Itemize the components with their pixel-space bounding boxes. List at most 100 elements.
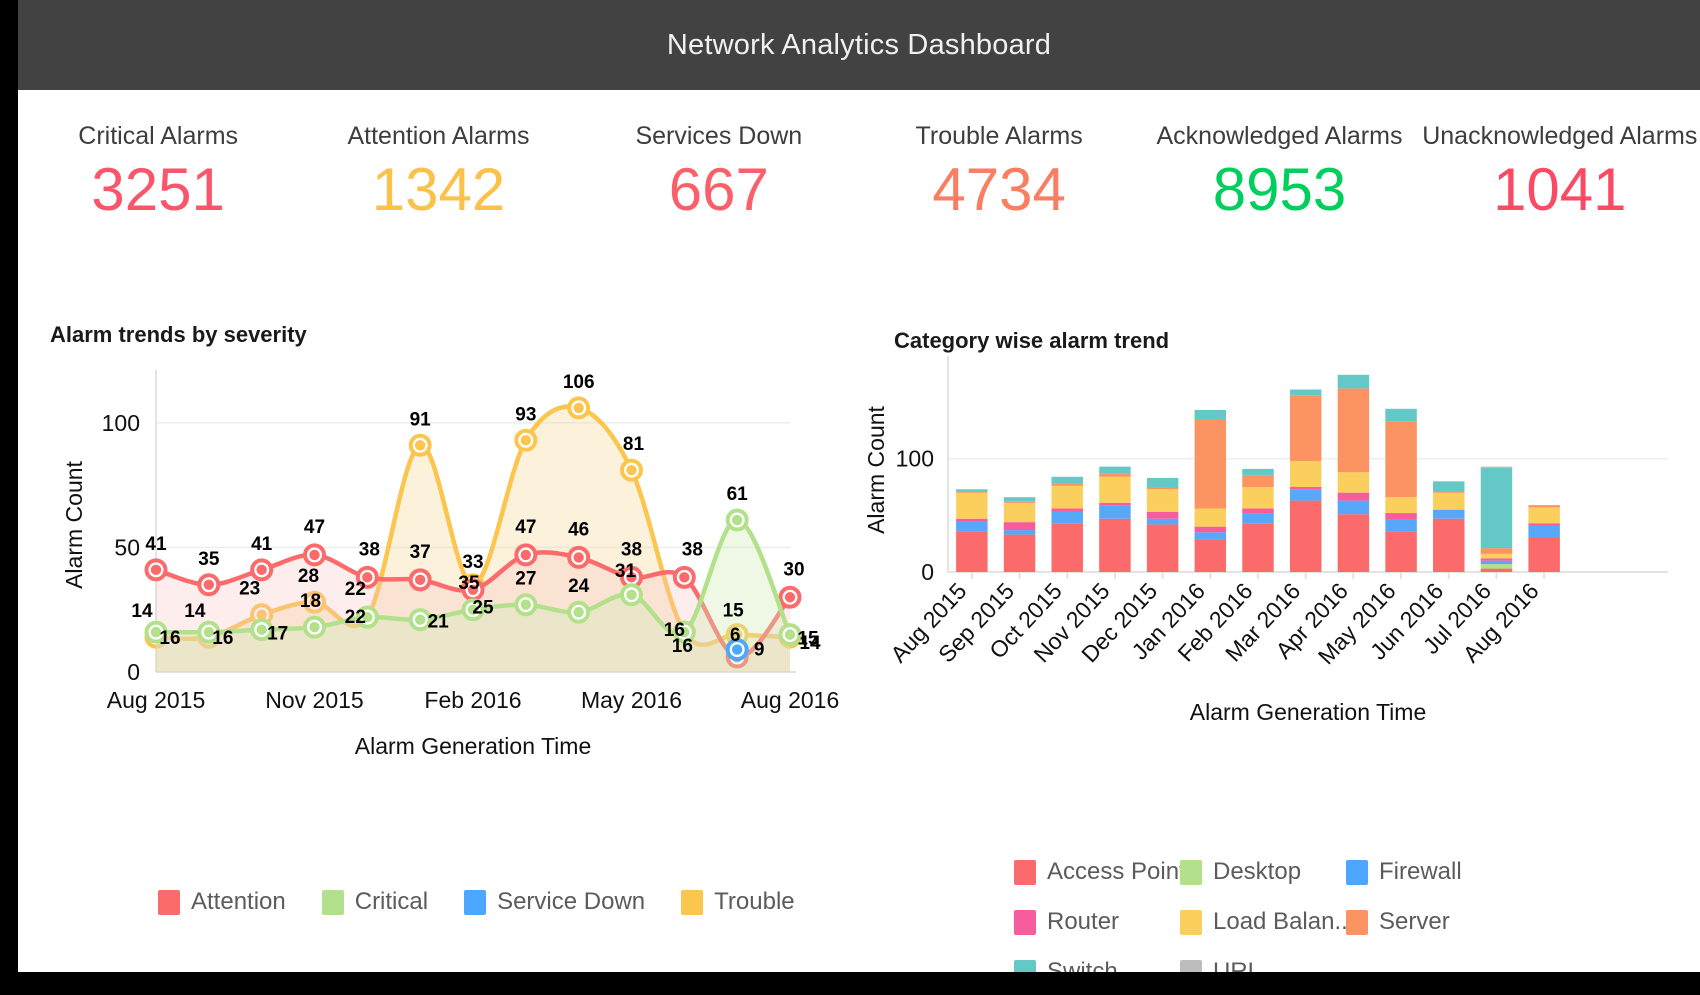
kpi-card: Unacknowledged Alarms 1041 (1420, 90, 1700, 280)
kpi-label: Trouble Alarms (915, 122, 1083, 150)
legend-label: Access Point (1047, 858, 1186, 885)
line-point-label: 28 (298, 566, 319, 587)
y-tick-label: 0 (921, 559, 934, 585)
x-axis-title: Alarm Generation Time (355, 733, 591, 759)
legend-item[interactable]: Router (1014, 908, 1180, 936)
line-point-label: 16 (159, 628, 180, 649)
line-point-label: 16 (664, 620, 685, 641)
kpi-value: 1342 (371, 156, 506, 223)
stacked-bar[interactable] (1099, 466, 1131, 572)
stacked-bar[interactable] (1385, 408, 1417, 572)
legend-item[interactable]: Critical (321, 888, 429, 916)
legend-item[interactable]: Service Down (464, 888, 645, 916)
legend-item[interactable]: Desktop (1180, 858, 1346, 886)
kpi-card: Acknowledged Alarms 8953 (1139, 90, 1419, 280)
legend-label: Switch (1047, 958, 1118, 972)
stacked-bar[interactable] (1194, 409, 1227, 572)
legend-swatch-icon (1346, 909, 1368, 935)
y-tick-label: 100 (896, 446, 934, 472)
line-point-label: 33 (462, 552, 483, 573)
legend-swatch-icon (1014, 909, 1036, 935)
legend-label: Trouble (714, 888, 795, 915)
line-point-label: 14 (184, 601, 206, 622)
legend-item[interactable]: Attention (158, 888, 286, 916)
stacked-bar[interactable] (1528, 505, 1560, 572)
stacked-bar[interactable] (1003, 497, 1036, 572)
stacked-bar[interactable] (1433, 481, 1465, 572)
dashboard-window: Network Analytics Dashboard Critical Ala… (18, 0, 1700, 972)
legend-swatch-icon (1180, 859, 1202, 885)
line-chart-title: Alarm trends by severity (50, 322, 307, 347)
legend-swatch-icon (464, 889, 487, 915)
line-point-label: 21 (428, 612, 450, 633)
line-point-label: 27 (515, 569, 536, 590)
x-tick-label: Feb 2016 (424, 687, 521, 713)
stacked-bar[interactable] (1289, 389, 1322, 572)
legend-item[interactable]: Trouble (681, 888, 795, 916)
title-bar: Network Analytics Dashboard (18, 0, 1700, 90)
legend-label: Load Balan... (1213, 908, 1355, 935)
line-point-label: 14 (131, 601, 153, 622)
legend-swatch-icon (158, 889, 180, 915)
kpi-card: Attention Alarms 1342 (298, 90, 578, 280)
legend-item[interactable]: Server (1346, 908, 1512, 936)
y-axis-title: Alarm Count (863, 405, 889, 533)
line-point-label: 106 (563, 372, 595, 393)
line-chart-legend: Attention Critical Service Down Trouble (158, 888, 858, 916)
x-axis-title: Alarm Generation Time (1190, 699, 1426, 725)
kpi-card: Services Down 667 (579, 90, 859, 280)
legend-label: Service Down (497, 888, 646, 915)
line-point-label: 38 (621, 539, 642, 560)
y-tick-label: 0 (127, 659, 140, 685)
legend-item[interactable]: Load Balan... (1180, 908, 1354, 936)
kpi-label: Attention Alarms (347, 122, 530, 150)
line-point-label: 37 (410, 542, 431, 563)
stacked-bar[interactable] (956, 489, 988, 572)
legend-swatch-icon (1346, 859, 1368, 885)
line-point-label: 38 (682, 539, 703, 560)
legend-swatch-icon (1014, 959, 1036, 972)
line-point-label: 41 (251, 534, 273, 555)
alarm-trends-line-chart[interactable]: 0 50 100 14 14 23 28 22 91 35 93 106 81 16 15 14 41 35 41 4… (38, 350, 858, 960)
line-point-label: 30 (783, 559, 804, 580)
legend-swatch-icon (1180, 909, 1202, 935)
legend-swatch-icon (1180, 959, 1202, 972)
legend-item[interactable]: URL (1180, 958, 1346, 972)
stacked-bar[interactable] (1146, 477, 1179, 572)
kpi-value: 3251 (91, 156, 225, 223)
line-point-label: 25 (472, 598, 494, 619)
legend-label: Critical (354, 888, 429, 915)
x-tick-label: May 2016 (581, 687, 682, 713)
stacked-bar[interactable] (1337, 374, 1370, 572)
stacked-bar[interactable] (1051, 476, 1083, 572)
line-point-label: 23 (239, 579, 260, 600)
kpi-card: Trouble Alarms 4734 (859, 90, 1139, 280)
line-point-label: 22 (345, 579, 366, 600)
stacked-bar[interactable] (1242, 468, 1274, 572)
x-tick-label: Aug 2015 (107, 687, 205, 713)
legend-item[interactable]: Switch (1014, 958, 1180, 972)
legend-label: Server (1379, 908, 1450, 935)
legend-label: Desktop (1213, 858, 1302, 885)
legend-swatch-icon (321, 889, 344, 915)
line-point-label: 15 (797, 629, 819, 650)
line-point-label: 38 (359, 539, 380, 560)
kpi-value: 667 (668, 156, 769, 223)
legend-item[interactable]: Firewall (1346, 858, 1512, 886)
y-tick-label: 50 (114, 534, 140, 560)
legend-swatch-icon (681, 889, 704, 915)
line-point-label: 6 (730, 625, 741, 646)
line-point-label: 15 (723, 601, 745, 622)
legend-item[interactable]: Access Point (1014, 858, 1186, 886)
stacked-bar[interactable] (1480, 466, 1513, 572)
line-point-label: 35 (458, 573, 480, 594)
y-axis-title: Alarm Count (61, 460, 87, 588)
x-tick-label: Aug 2016 (741, 687, 839, 713)
kpi-label: Services Down (635, 122, 803, 150)
x-tick-label: Nov 2015 (265, 687, 363, 713)
kpi-value: 8953 (1212, 156, 1347, 223)
legend-swatch-icon (1014, 859, 1036, 885)
kpi-label: Acknowledged Alarms (1156, 122, 1403, 150)
line-point-label: 93 (515, 404, 536, 425)
y-tick-label: 100 (102, 410, 140, 436)
